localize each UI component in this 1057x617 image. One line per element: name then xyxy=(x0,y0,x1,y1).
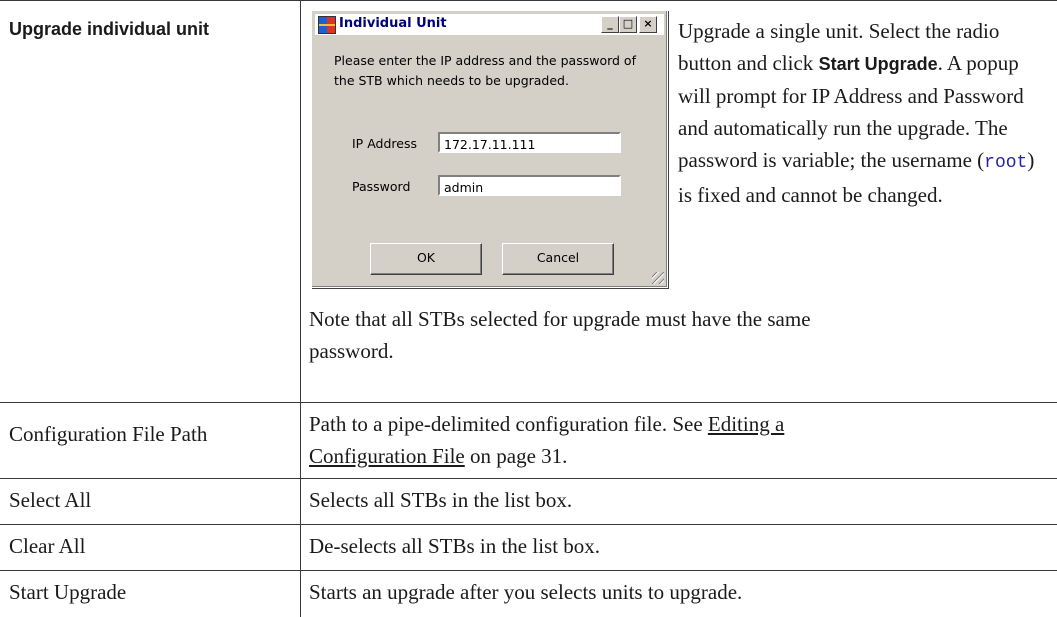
term-configuration-file-path: Configuration File Path xyxy=(9,422,208,446)
password-input[interactable]: admin xyxy=(438,175,621,196)
term-upgrade-individual-unit: Upgrade individual unit xyxy=(9,19,210,39)
configuration-file-desc: Path to a pipe-delimited configuration f… xyxy=(309,412,785,468)
document-table: Upgrade individual unit Individual Unit … xyxy=(0,0,1057,617)
table-rule xyxy=(0,524,1057,525)
ip-address-input[interactable]: 172.17.11.111 xyxy=(438,132,621,153)
start-upgrade-desc: Starts an upgrade after you selects unit… xyxy=(309,580,743,604)
select-all-desc: Selects all STBs in the list box. xyxy=(309,488,573,512)
column-divider xyxy=(300,0,301,617)
term-select-all: Select All xyxy=(9,488,92,512)
upgrade-individual-desc: Upgrade a single unit. Select the radio … xyxy=(678,19,1035,207)
term-start-upgrade: Start Upgrade xyxy=(9,580,127,604)
ok-button[interactable]: OK xyxy=(370,243,482,275)
upgrade-note: Note that all STBs selected for upgrade … xyxy=(309,307,811,363)
resize-grip-icon[interactable] xyxy=(652,272,664,284)
clear-all-desc: De-selects all STBs in the list box. xyxy=(309,534,601,558)
maximize-icon[interactable]: □ xyxy=(619,16,637,33)
start-upgrade-keyword: Start Upgrade xyxy=(818,54,938,74)
close-icon[interactable]: × xyxy=(639,16,657,33)
minimize-icon[interactable]: _ xyxy=(601,16,619,33)
dialog-title: Individual Unit xyxy=(339,16,447,31)
cancel-button[interactable]: Cancel xyxy=(502,243,614,275)
individual-unit-dialog: Individual Unit _ □ × Please enter the I… xyxy=(311,10,668,288)
dialog-titlebar: Individual Unit _ □ × xyxy=(315,14,664,35)
table-rule xyxy=(0,570,1057,571)
root-code: root xyxy=(984,153,1028,173)
table-rule xyxy=(0,402,1057,403)
ip-address-label: IP Address xyxy=(352,136,417,151)
app-icon xyxy=(318,16,336,34)
table-rule xyxy=(0,0,1057,1)
term-clear-all: Clear All xyxy=(9,534,86,558)
password-label: Password xyxy=(352,179,411,194)
table-rule xyxy=(0,478,1057,479)
dialog-prompt: Please enter the IP address and the pass… xyxy=(334,53,636,88)
